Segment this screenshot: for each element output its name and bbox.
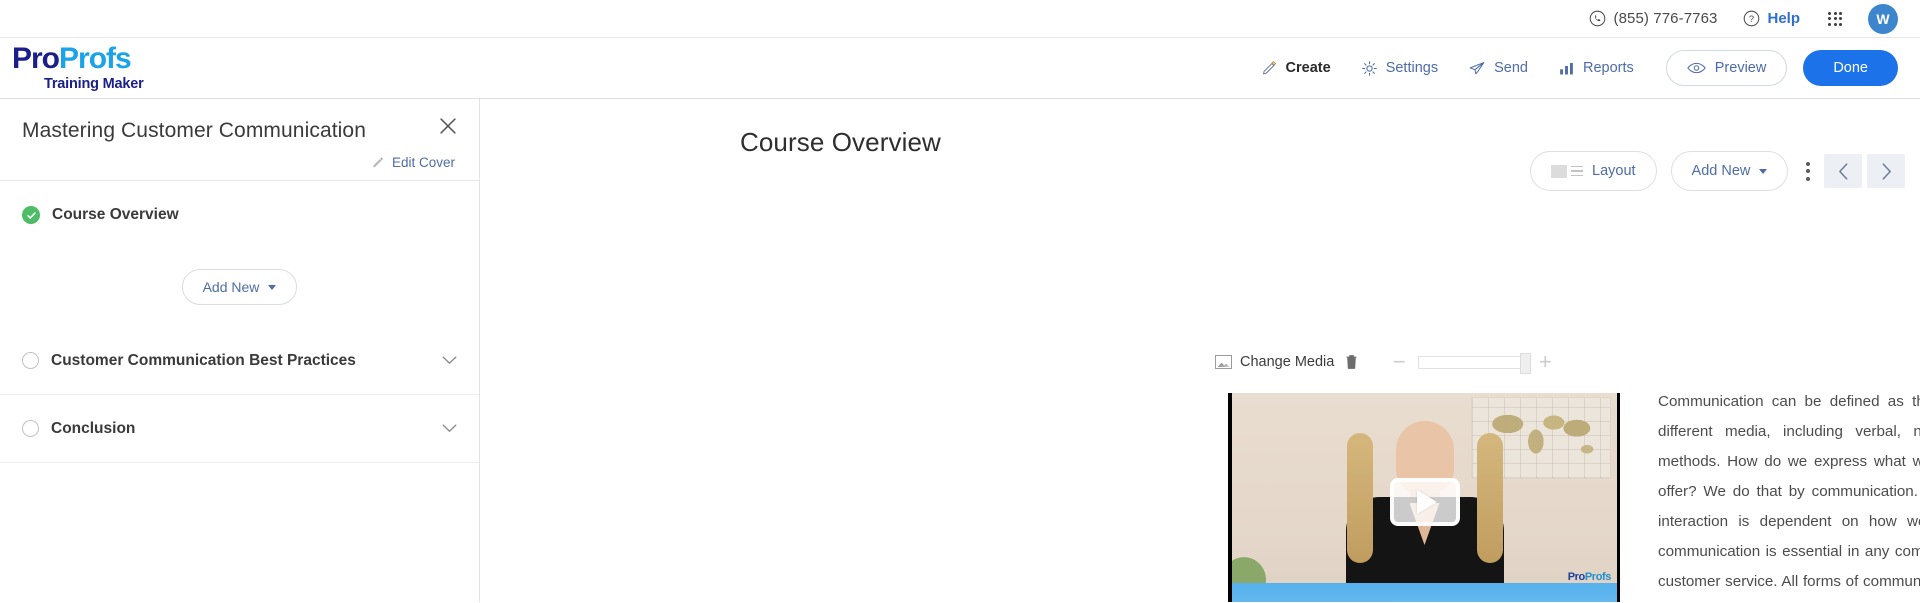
media-zoom-control: − +: [1388, 351, 1556, 374]
svg-text:?: ?: [1749, 14, 1754, 24]
edit-cover-label: Edit Cover: [391, 155, 455, 170]
media-toolbar: Change Media − +: [1215, 351, 1556, 374]
kebab-menu-icon[interactable]: [1806, 161, 1811, 181]
sidebar-item-conclusion[interactable]: Conclusion: [0, 395, 479, 463]
chevron-right-icon: [1882, 162, 1891, 180]
next-slide-button[interactable]: [1867, 154, 1906, 188]
sidebar: Mastering Customer Communication Edit Co…: [0, 99, 480, 602]
nav-label-settings: Settings: [1385, 60, 1439, 76]
nav-label-send: Send: [1494, 60, 1528, 76]
proprofs-logo[interactable]: ProProfs Training Maker: [12, 44, 144, 92]
nav-item-create[interactable]: Create: [1261, 60, 1331, 77]
gear-icon: [1361, 60, 1377, 76]
avatar[interactable]: W: [1868, 3, 1898, 34]
phone-number: (855) 776-7763: [1613, 10, 1718, 27]
play-triangle: [1417, 490, 1437, 514]
caret-down-icon: [268, 284, 277, 290]
presenter-hair-left: [1346, 433, 1373, 563]
watermark-part-2: Profs: [1584, 571, 1612, 583]
watermark-part-1: Pro: [1567, 571, 1586, 583]
proprofs-watermark: ProProfs: [1567, 571, 1612, 583]
course-header: Mastering Customer Communication Edit Co…: [0, 99, 479, 181]
eye-icon: [1686, 62, 1706, 74]
slider-thumb[interactable]: [1520, 352, 1532, 374]
layout-button[interactable]: Layout: [1530, 151, 1657, 191]
sidebar-add-new-button[interactable]: Add New: [181, 269, 298, 305]
header-nav: Create Settings Send Reports Preview Don…: [1231, 50, 1898, 86]
caret-down-icon: [1759, 168, 1768, 174]
content-toolbar: Layout Add New: [1530, 151, 1906, 191]
sidebar-item-best-practices[interactable]: Customer Communication Best Practices: [0, 327, 479, 395]
logo-part-1: Pro: [12, 42, 60, 76]
sidebar-item-label: Customer Communication Best Practices: [51, 351, 356, 369]
plus-icon[interactable]: +: [1534, 351, 1556, 373]
slide-paragraph: Communication can be defined as the exch…: [1658, 393, 1920, 590]
sidebar-item-label: Conclusion: [51, 419, 136, 437]
layout-icon: [1551, 164, 1583, 178]
presenter-hair-right: [1476, 433, 1503, 563]
main-header: ProProfs Training Maker Create Settings: [0, 38, 1920, 99]
sidebar-item-label: Course Overview: [52, 206, 179, 223]
change-media-button[interactable]: Change Media: [1240, 354, 1334, 370]
minus-icon[interactable]: −: [1388, 351, 1410, 373]
content-add-new-button[interactable]: Add New: [1670, 151, 1789, 191]
image-icon: [1215, 355, 1232, 369]
content-inner: Course Overview: [480, 99, 1920, 158]
chevron-left-icon: [1838, 162, 1848, 180]
utility-bar: (855) 776-7763 ? Help W: [0, 0, 1920, 38]
content-add-new-label: Add New: [1691, 163, 1751, 179]
video-lower-band: [1232, 583, 1617, 602]
bar-chart-icon: [1560, 62, 1573, 74]
phone-block[interactable]: (855) 776-7763: [1589, 10, 1718, 27]
sidebar-add-new-label: Add New: [202, 279, 260, 295]
layout-label: Layout: [1592, 163, 1636, 179]
logo-subtitle: Training Maker: [44, 76, 144, 93]
done-button[interactable]: Done: [1803, 50, 1898, 86]
logo-part-2: Profs: [59, 42, 132, 76]
nav-item-settings[interactable]: Settings: [1361, 60, 1438, 77]
video-thumbnail[interactable]: ProProfs: [1228, 393, 1620, 602]
sidebar-add-new-wrap: Add New: [0, 249, 479, 327]
check-circle-icon: [22, 206, 40, 224]
empty-circle-icon: [22, 420, 39, 437]
chevron-down-icon[interactable]: [442, 356, 457, 365]
question-circle-icon: ?: [1744, 10, 1760, 27]
nav-label-reports: Reports: [1582, 60, 1634, 76]
pencil-icon: [1262, 60, 1276, 75]
preview-label: Preview: [1714, 60, 1767, 76]
close-icon[interactable]: [437, 115, 459, 137]
course-title: Mastering Customer Communication: [22, 119, 366, 142]
sidebar-item-course-overview[interactable]: Course Overview: [0, 181, 479, 249]
prev-slide-button[interactable]: [1824, 154, 1863, 188]
paper-plane-icon: [1469, 61, 1485, 74]
logo-wordmark: ProProfs: [12, 44, 144, 74]
pencil-icon: [373, 156, 383, 167]
plant-decor: [1232, 551, 1272, 587]
course-outline-list: Course Overview Add New Customer Communi…: [0, 181, 479, 602]
content-area: Course Overview Layout Add New Change Me…: [480, 99, 1920, 602]
empty-circle-icon: [22, 352, 39, 369]
edit-cover-button[interactable]: Edit Cover: [22, 155, 457, 170]
phone-icon: [1589, 10, 1605, 27]
nav-label-create: Create: [1285, 60, 1331, 76]
preview-button[interactable]: Preview: [1665, 50, 1788, 86]
apps-grid-icon[interactable]: [1828, 11, 1842, 26]
trash-icon[interactable]: [1345, 354, 1358, 370]
media-size-slider[interactable]: [1418, 352, 1532, 374]
help-label: Help: [1767, 10, 1800, 27]
body-wrap: Mastering Customer Communication Edit Co…: [0, 99, 1920, 602]
nav-item-reports[interactable]: Reports: [1558, 60, 1634, 77]
nav-item-send[interactable]: Send: [1468, 60, 1528, 77]
chevron-down-icon[interactable]: [442, 424, 457, 433]
help-button[interactable]: ? Help: [1743, 10, 1800, 27]
play-button-icon[interactable]: [1389, 478, 1460, 526]
